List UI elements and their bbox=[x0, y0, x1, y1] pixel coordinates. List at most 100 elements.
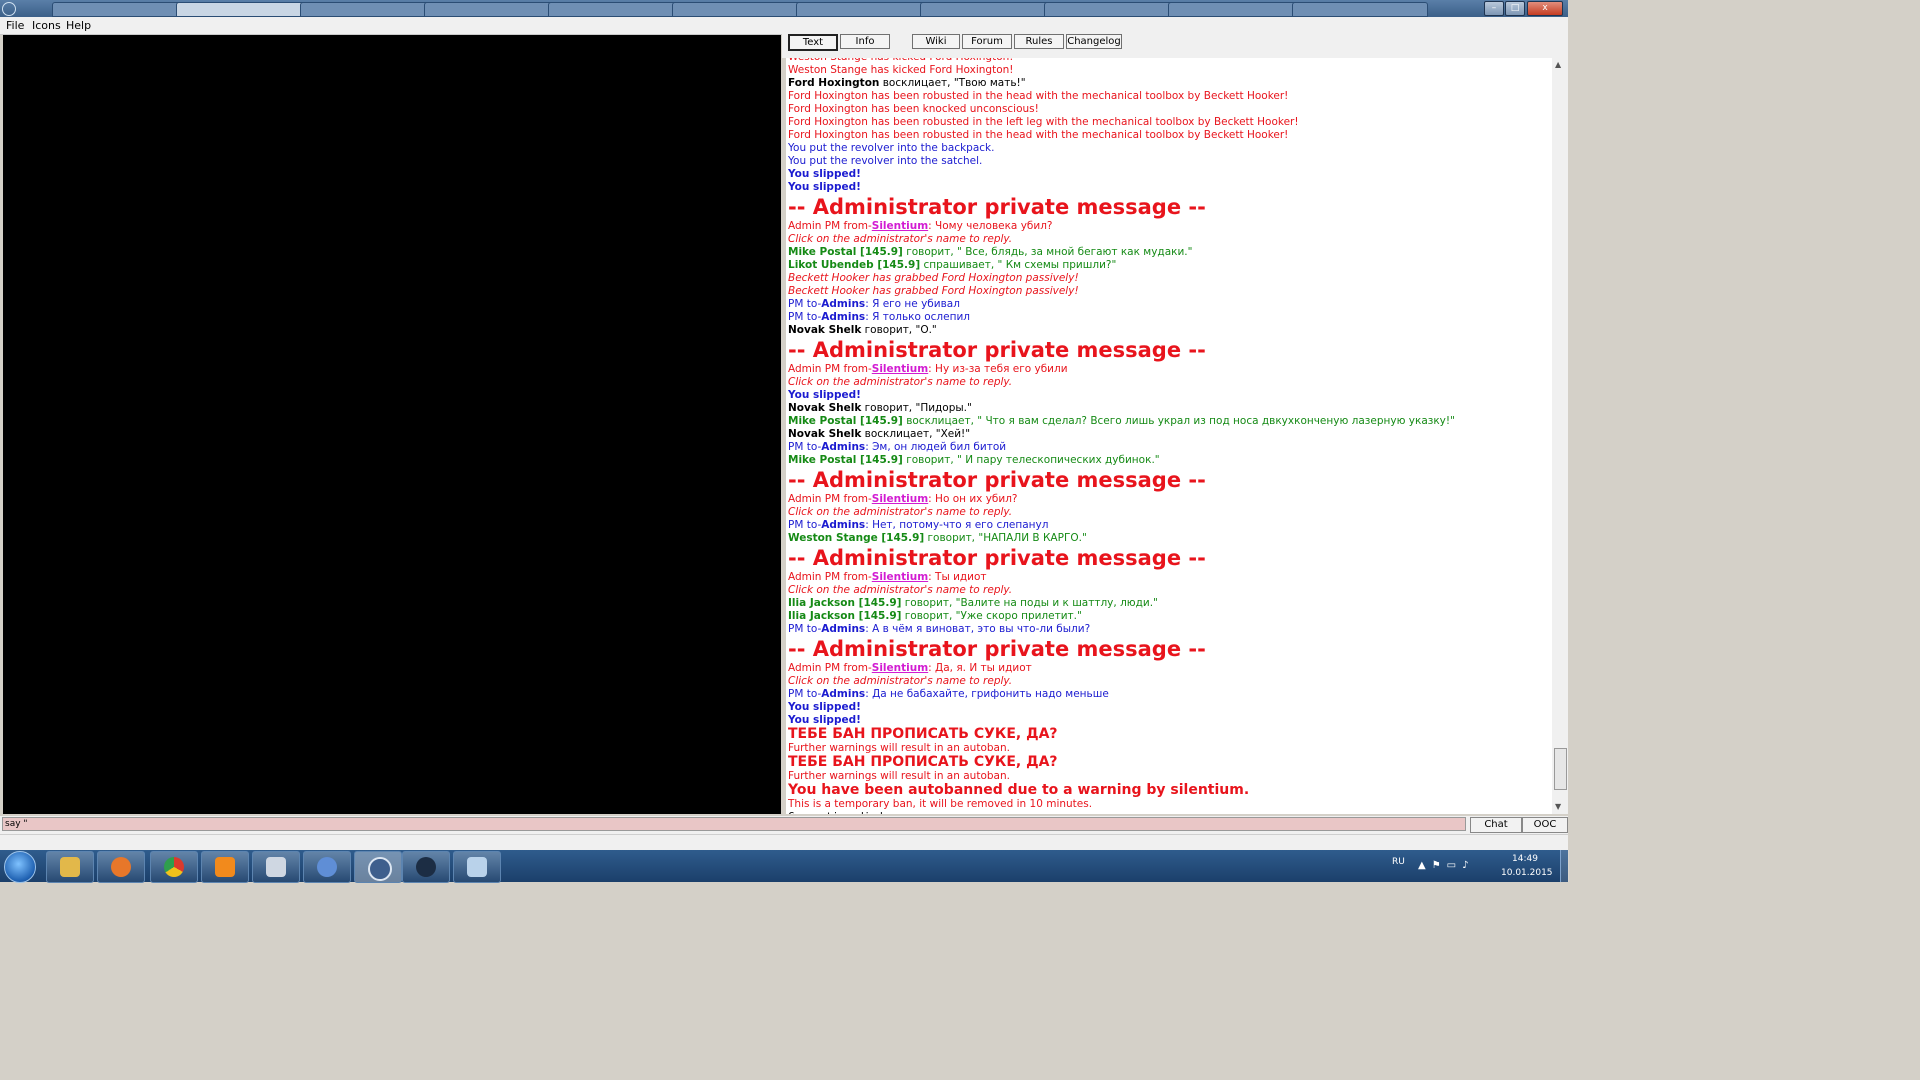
byond-taskbar-button[interactable] bbox=[354, 851, 402, 883]
chat-text: говорит, " Все, блядь, за мной бегают ка… bbox=[902, 246, 1193, 258]
chat-text: Click on the administrator's name to rep… bbox=[788, 675, 1013, 687]
chat-text: You slipped! bbox=[788, 701, 861, 713]
explorer-taskbar-button[interactable] bbox=[46, 851, 94, 883]
chat-text: : Нет, потому-что я его слепанул bbox=[865, 519, 1049, 531]
window-tab[interactable] bbox=[1292, 2, 1428, 17]
maximize-button[interactable]: □ bbox=[1505, 1, 1525, 16]
chat-output[interactable]: Weston Stange has kicked Ford Hoxington!… bbox=[786, 58, 1552, 814]
admin-name-link[interactable]: Silentium bbox=[872, 662, 928, 674]
notepad-taskbar-button[interactable] bbox=[453, 851, 501, 883]
admin-name-link[interactable]: Silentium bbox=[872, 493, 928, 505]
admin-name-link[interactable]: Silentium bbox=[872, 363, 928, 375]
command-input[interactable] bbox=[2, 817, 1466, 831]
menu-help[interactable]: Help bbox=[66, 19, 91, 32]
chat-line: Ford Hoxington has been robusted in the … bbox=[786, 116, 1552, 129]
chat-text: говорит, "О." bbox=[861, 324, 937, 336]
chat-text: Mike Postal [145.9] bbox=[788, 415, 903, 427]
chat-text: -- Administrator private message -- bbox=[788, 637, 1206, 661]
chat-line: Weston Stange [145.9] говорит, "НАПАЛИ В… bbox=[786, 532, 1552, 545]
utility-taskbar-button[interactable] bbox=[303, 851, 351, 883]
chat-line: Connection died. bbox=[786, 811, 1552, 814]
chat-scrollbar[interactable]: ▲ ▼ bbox=[1552, 58, 1568, 814]
chat-text: Beckett Hooker has grabbed Ford Hoxingto… bbox=[788, 285, 1079, 297]
window-tab[interactable] bbox=[796, 2, 932, 17]
map-view[interactable] bbox=[3, 35, 781, 814]
window-tab[interactable] bbox=[52, 2, 188, 17]
chat-line: Click on the administrator's name to rep… bbox=[786, 584, 1552, 597]
sublime-taskbar-button[interactable] bbox=[201, 851, 249, 883]
window-tab-active[interactable] bbox=[176, 2, 312, 17]
admin-name-link[interactable]: Silentium bbox=[872, 571, 928, 583]
chat-text: Ilia Jackson [145.9] bbox=[788, 597, 902, 609]
window-tab[interactable] bbox=[672, 2, 808, 17]
show-desktop-button[interactable] bbox=[1560, 850, 1569, 882]
chat-text: Further warnings will result in an autob… bbox=[788, 742, 1010, 754]
chat-text: You put the revolver into the backpack. bbox=[788, 142, 995, 154]
chat-text: Novak Shelk bbox=[788, 324, 862, 336]
chat-text: PM to- bbox=[788, 519, 822, 531]
window-tab[interactable] bbox=[1168, 2, 1304, 17]
chat-text: Weston Stange [145.9] bbox=[788, 532, 925, 544]
wiki-button[interactable]: Wiki bbox=[912, 34, 960, 49]
window-tab[interactable] bbox=[548, 2, 684, 17]
chat-text: -- Administrator private message -- bbox=[788, 468, 1206, 492]
utility-icon bbox=[317, 857, 337, 877]
window-tab[interactable] bbox=[1044, 2, 1180, 17]
chrome-taskbar-button[interactable] bbox=[150, 851, 198, 883]
window-tab[interactable] bbox=[300, 2, 436, 17]
chat-line: You slipped! bbox=[786, 701, 1552, 714]
text-button[interactable]: Text bbox=[788, 34, 838, 51]
info-button[interactable]: Info bbox=[840, 34, 890, 49]
minimize-button[interactable]: – bbox=[1484, 1, 1504, 16]
chat-text: : Ты идиот bbox=[928, 571, 987, 583]
chat-text: PM to- bbox=[788, 441, 822, 453]
chat-text: -- Administrator private message -- bbox=[788, 546, 1206, 570]
chat-text: PM to- bbox=[788, 688, 822, 700]
chat-text: Ford Hoxington has been robusted in the … bbox=[788, 116, 1299, 128]
menu-icons[interactable]: Icons bbox=[32, 19, 61, 32]
chat-line: Admin PM from-Silentium: Но он их убил? bbox=[786, 493, 1552, 506]
chat-line: Beckett Hooker has grabbed Ford Hoxingto… bbox=[786, 285, 1552, 298]
start-button[interactable] bbox=[4, 851, 36, 883]
chat-text: : Но он их убил? bbox=[928, 493, 1018, 505]
chat-text: Ilia Jackson [145.9] bbox=[788, 610, 902, 622]
steam-taskbar-button[interactable] bbox=[402, 851, 450, 883]
clock-time[interactable]: 14:49 bbox=[1512, 854, 1538, 864]
chat-text: Admin PM from- bbox=[788, 363, 872, 375]
chat-line: Click on the administrator's name to rep… bbox=[786, 376, 1552, 389]
chat-text: восклицает, " Что я вам сделал? Всего ли… bbox=[902, 415, 1455, 427]
chat-mode-button[interactable]: Chat bbox=[1470, 817, 1522, 833]
forum-button[interactable]: Forum bbox=[962, 34, 1012, 49]
chat-text: You slipped! bbox=[788, 714, 861, 726]
chat-text: восклицает, "Твою мать!" bbox=[879, 77, 1026, 89]
calculator-taskbar-button[interactable] bbox=[252, 851, 300, 883]
menu-file[interactable]: File bbox=[6, 19, 24, 32]
chat-line: Admin PM from-Silentium: Чому человека у… bbox=[786, 220, 1552, 233]
chat-text: : Чому человека убил? bbox=[928, 220, 1053, 232]
media-player-taskbar-button[interactable] bbox=[97, 851, 145, 883]
chat-line: Click on the administrator's name to rep… bbox=[786, 675, 1552, 688]
admin-name-link[interactable]: Silentium bbox=[872, 220, 928, 232]
close-button[interactable]: x bbox=[1527, 1, 1563, 16]
changelog-button[interactable]: Changelog bbox=[1066, 34, 1122, 49]
tray-icons[interactable]: ▲⚑▭♪ bbox=[1418, 860, 1475, 871]
chat-text: говорит, "Валите на поды и к шаттлу, люд… bbox=[901, 597, 1158, 609]
language-indicator[interactable]: RU bbox=[1392, 857, 1405, 867]
chat-line: Beckett Hooker has grabbed Ford Hoxingto… bbox=[786, 272, 1552, 285]
chat-text: Admins bbox=[821, 298, 866, 310]
chat-text: говорит, " И пару телескопических дубино… bbox=[902, 454, 1160, 466]
rules-button[interactable]: Rules bbox=[1014, 34, 1064, 49]
chat-text: : А в чём я виноват, это вы что-ли были? bbox=[865, 623, 1091, 635]
chat-line: Admin PM from-Silentium: Да, я. И ты иди… bbox=[786, 662, 1552, 675]
scroll-down-arrow-icon[interactable]: ▼ bbox=[1555, 802, 1561, 811]
clock-date[interactable]: 10.01.2015 bbox=[1501, 868, 1553, 878]
scroll-thumb[interactable] bbox=[1554, 748, 1567, 790]
window-tab[interactable] bbox=[920, 2, 1056, 17]
window-tab[interactable] bbox=[424, 2, 560, 17]
scroll-up-arrow-icon[interactable]: ▲ bbox=[1555, 60, 1561, 69]
ooc-mode-button[interactable]: OOC bbox=[1522, 817, 1568, 833]
chat-text: Beckett Hooker has grabbed Ford Hoxingto… bbox=[788, 272, 1079, 284]
warning-message: ТЕБЕ БАН ПРОПИСАТЬ СУКЕ, ДА? bbox=[786, 727, 1552, 742]
chat-text: ТЕБЕ БАН ПРОПИСАТЬ СУКЕ, ДА? bbox=[788, 726, 1058, 742]
folder-icon bbox=[60, 857, 80, 877]
